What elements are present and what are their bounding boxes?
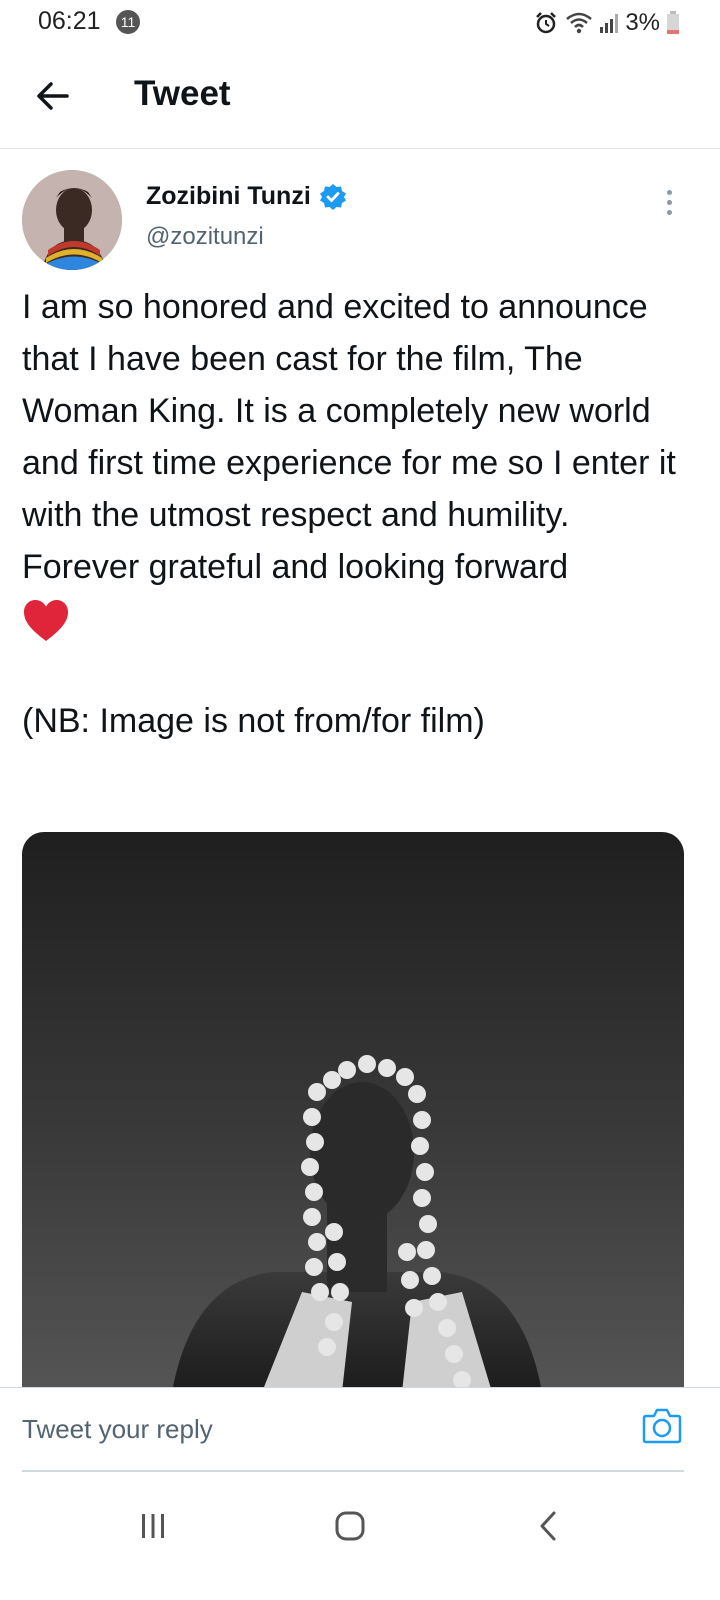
nav-recents-button[interactable] bbox=[123, 1502, 183, 1550]
reply-input[interactable] bbox=[22, 1406, 622, 1452]
tweet-text: I am so honored and excited to announce … bbox=[22, 288, 676, 586]
nav-back-button[interactable] bbox=[518, 1502, 578, 1550]
system-nav-bar bbox=[0, 1472, 720, 1600]
nav-home-button[interactable] bbox=[320, 1502, 380, 1550]
alarm-icon bbox=[533, 10, 559, 36]
verified-badge-icon bbox=[319, 183, 346, 210]
camera-button[interactable] bbox=[640, 1404, 684, 1448]
status-icons: 3% bbox=[533, 8, 680, 38]
author-handle[interactable]: @zozitunzi bbox=[146, 223, 347, 251]
status-bar: 06:21 11 3% bbox=[0, 0, 720, 46]
wifi-icon bbox=[565, 11, 593, 35]
tweet-image[interactable] bbox=[22, 832, 684, 1392]
app-header: Tweet bbox=[0, 46, 720, 149]
camera-icon bbox=[642, 1408, 682, 1444]
tweet-note: (NB: Image is not from/for film) bbox=[22, 702, 485, 740]
author-name-row: Zozibini Tunzi bbox=[146, 182, 347, 211]
tweet-body: I am so honored and excited to announce … bbox=[22, 281, 692, 747]
battery-icon bbox=[666, 11, 680, 35]
notification-count-badge: 11 bbox=[116, 10, 140, 34]
avatar[interactable] bbox=[22, 170, 122, 270]
back-button[interactable] bbox=[30, 74, 74, 118]
battery-percent: 3% bbox=[625, 9, 660, 36]
more-vertical-icon bbox=[666, 189, 672, 195]
arrow-left-icon bbox=[37, 82, 69, 110]
page-title: Tweet bbox=[134, 74, 231, 113]
author-block: Zozibini Tunzi @zozitunzi bbox=[146, 182, 347, 251]
more-options-button[interactable] bbox=[654, 182, 684, 222]
status-time: 06:21 bbox=[38, 7, 101, 35]
nav-back-icon bbox=[540, 1511, 556, 1541]
reply-bar bbox=[0, 1387, 720, 1472]
red-heart-icon bbox=[24, 600, 68, 641]
signal-icon bbox=[599, 12, 619, 34]
recents-icon bbox=[142, 1514, 164, 1538]
author-name[interactable]: Zozibini Tunzi bbox=[146, 182, 311, 211]
home-icon bbox=[335, 1511, 365, 1541]
